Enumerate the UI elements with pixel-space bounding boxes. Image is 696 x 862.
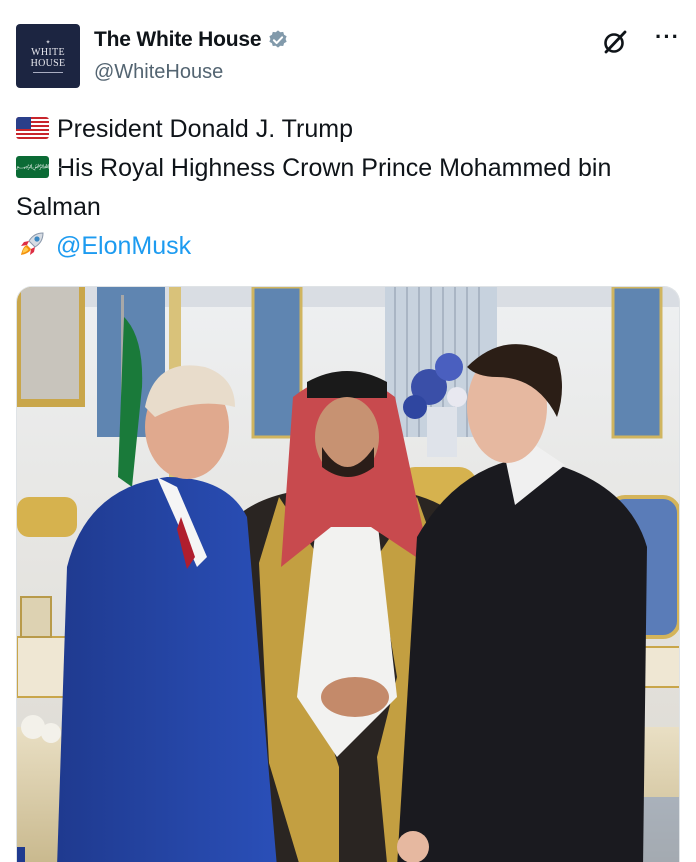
- more-options-button[interactable]: ···: [655, 24, 680, 50]
- post-line-1-text: President Donald J. Trump: [57, 115, 353, 143]
- post-line-2-text: His Royal Highness Crown Prince Mohammed…: [16, 154, 612, 221]
- account-handle[interactable]: @WhiteHouse: [94, 61, 223, 84]
- avatar[interactable]: ✦ WHITE HOUSE: [16, 24, 80, 88]
- verified-badge-icon: [269, 30, 287, 48]
- post-line-2: ﷽His Royal Highness Crown Prince Mohamme…: [16, 149, 680, 227]
- seal-icon: ✦: [45, 39, 51, 46]
- post-image[interactable]: [16, 286, 680, 862]
- avatar-line-1: WHITE: [31, 46, 65, 58]
- photo-illustration: [17, 287, 679, 862]
- post-header: ✦ WHITE HOUSE The White House @WhiteHous…: [16, 22, 680, 92]
- post-line-1: President Donald J. Trump: [16, 110, 680, 149]
- saudi-flag-icon: ﷽: [16, 156, 62, 179]
- grok-icon[interactable]: [602, 29, 628, 55]
- rocket-icon: [21, 232, 44, 256]
- us-flag-icon: [16, 117, 49, 140]
- account-name-label: The White House: [94, 28, 262, 51]
- account-name[interactable]: The White House: [94, 28, 289, 52]
- elon-musk-mention-link[interactable]: @ElonMusk: [56, 232, 191, 260]
- post-text: President Donald J. Trump ﷽His Royal Hig…: [16, 110, 680, 266]
- avatar-line-2: HOUSE: [30, 57, 66, 69]
- post-line-3: @ElonMusk: [16, 227, 680, 266]
- avatar-divider: [33, 71, 63, 73]
